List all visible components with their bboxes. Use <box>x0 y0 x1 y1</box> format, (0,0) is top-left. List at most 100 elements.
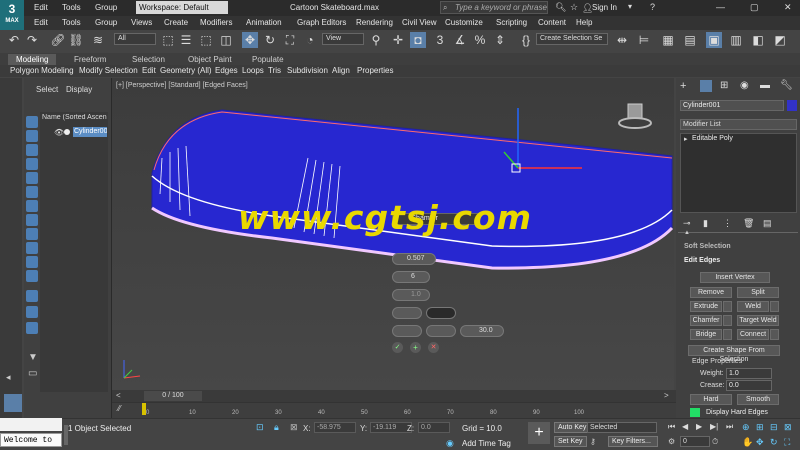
maximize-icon[interactable]: ▢ <box>750 2 759 13</box>
collapse-rollout-icon[interactable]: ▲ <box>684 230 690 236</box>
prev-frame-icon[interactable]: ◀ <box>682 422 688 431</box>
snap-toggle-icon[interactable]: 3 <box>432 32 448 48</box>
menu-group[interactable]: Group <box>95 3 117 12</box>
hard-button[interactable]: Hard <box>690 394 732 405</box>
ribbon-geometry-all[interactable]: Geometry (All) <box>160 66 212 75</box>
create-shape-button[interactable]: Create Shape From Selection <box>688 345 780 363</box>
chamfer-button[interactable]: Chamfer <box>690 315 722 326</box>
connect-settings-button[interactable] <box>770 329 779 340</box>
caddy-toggle-a[interactable] <box>392 307 422 319</box>
caddy-smooth-b[interactable] <box>426 325 456 337</box>
configure-modifier-sets-icon[interactable]: ▤ <box>763 218 772 229</box>
field-of-view-icon[interactable]: ✋ <box>742 437 753 448</box>
selection-lock-icon[interactable]: 🔒︎ <box>274 422 279 433</box>
weld-button[interactable]: Weld <box>737 301 769 312</box>
filter-lights-icon[interactable] <box>26 144 38 156</box>
material-editor-icon[interactable]: ◩ <box>772 32 788 48</box>
close-icon[interactable]: ✕ <box>784 2 792 13</box>
mirror-icon[interactable]: ⇹ <box>614 32 630 48</box>
caddy-ok-icon[interactable]: ✓ <box>392 342 403 353</box>
extrude-button[interactable]: Extrude <box>690 301 722 312</box>
scene-tab-select[interactable]: Select <box>36 85 58 94</box>
edit-named-selection-icon[interactable]: {} <box>518 32 534 48</box>
create-tab-icon[interactable]: + <box>680 80 686 92</box>
add-time-tag-icon[interactable]: ◉ <box>446 438 454 449</box>
ribbon-tris[interactable]: Tris <box>268 66 281 75</box>
spinner-snap-icon[interactable]: ⇕ <box>492 32 508 48</box>
menu-content[interactable]: Content <box>538 18 566 27</box>
weight-spinner[interactable]: 1.0 <box>726 368 772 379</box>
percent-snap-icon[interactable]: % <box>472 32 488 48</box>
menu-edit-2[interactable]: Edit <box>34 18 48 27</box>
folder-icon[interactable]: ▭ <box>28 368 37 379</box>
scene-column-header[interactable]: Name (Sorted Ascen <box>42 114 108 121</box>
named-selection-dropdown[interactable]: Create Selection Se <box>536 33 608 45</box>
y-coordinate-field[interactable]: -19.119 <box>370 422 412 433</box>
maxscript-output[interactable]: Welcome to M: <box>0 433 62 447</box>
workspace-selector-icon[interactable] <box>4 394 22 412</box>
extrude-settings-button[interactable] <box>723 301 732 312</box>
auto-key-mode-dropdown[interactable]: Selected <box>587 422 657 433</box>
filter-containers-icon[interactable] <box>26 242 38 254</box>
track-bar[interactable] <box>112 402 676 418</box>
z-coordinate-field[interactable]: 0.0 <box>418 422 450 433</box>
filter-funnel-icon[interactable]: ▼ <box>28 352 38 363</box>
time-slider-frame[interactable]: 0 / 100 <box>144 391 202 401</box>
time-next-icon[interactable]: > <box>664 391 669 400</box>
tab-populate[interactable]: Populate <box>244 54 292 65</box>
display-hard-edges-label[interactable]: Display Hard Edges <box>706 409 768 416</box>
angle-snap-icon[interactable]: ∡ <box>452 32 468 48</box>
menu-views[interactable]: Views <box>131 18 152 27</box>
zoom-extents-icon[interactable]: ⊟ <box>770 422 778 433</box>
remove-button[interactable]: Remove <box>690 287 732 298</box>
caddy-amount-field[interactable]: 0.507 <box>392 253 436 265</box>
zoom-extents-all-icon[interactable]: ⊠ <box>784 422 792 433</box>
ribbon-modify-selection[interactable]: Modify Selection <box>79 66 138 75</box>
expand-left-icon[interactable]: ◂ <box>6 372 11 383</box>
minimize-icon[interactable]: — <box>716 2 725 12</box>
menu-customize[interactable]: Customize <box>445 18 483 27</box>
caddy-cancel-icon[interactable]: ✕ <box>428 342 439 353</box>
object-color-swatch[interactable] <box>787 100 797 111</box>
key-mode-icon[interactable]: ⚙ <box>668 437 675 446</box>
selection-filter-dropdown[interactable]: All <box>114 33 156 45</box>
target-weld-button[interactable]: Target Weld <box>737 315 779 326</box>
show-end-result-icon[interactable]: ▮ <box>703 218 708 229</box>
absolute-mode-icon[interactable]: ⊠ <box>290 422 298 433</box>
align-icon[interactable]: ⊨ <box>636 32 652 48</box>
smooth-button[interactable]: Smooth <box>737 394 779 405</box>
track-bar-icon[interactable]: ⁄⁄ <box>118 404 121 413</box>
menu-rendering[interactable]: Rendering <box>356 18 393 27</box>
ribbon-loops[interactable]: Loops <box>242 66 264 75</box>
filter-xrefs-icon[interactable] <box>26 214 38 226</box>
bind-space-warp-icon[interactable]: ≋ <box>90 32 106 48</box>
split-button[interactable]: Split <box>737 287 779 298</box>
curve-editor-icon[interactable]: ▥ <box>728 32 744 48</box>
tab-modeling[interactable]: Modeling <box>8 54 57 65</box>
menu-edit[interactable]: Edit <box>34 3 48 12</box>
maximize-viewport-icon[interactable]: ⛶ <box>784 437 790 448</box>
caddy-tension-field[interactable]: 1.0 <box>392 289 430 301</box>
filter-shapes-icon[interactable] <box>26 130 38 142</box>
menu-help[interactable]: Help <box>576 18 592 27</box>
stack-item-editable-poly[interactable]: Editable Poly <box>692 135 733 142</box>
auto-key-button[interactable]: Auto Key <box>554 422 591 433</box>
pan-icon[interactable]: ✥ <box>756 437 764 448</box>
time-config-icon[interactable]: ⏱ <box>712 437 718 447</box>
window-crossing-icon[interactable]: ◫ <box>218 32 234 48</box>
filter-groups-icon[interactable] <box>26 200 38 212</box>
link-icon[interactable]: 🔗︎ <box>50 32 66 48</box>
app-logo-button[interactable]: 3 MAX <box>0 0 24 30</box>
scene-item-cylinder001[interactable]: Cylinder001 <box>73 127 107 137</box>
filter-helpers-icon[interactable] <box>26 172 38 184</box>
viewcube-ring[interactable] <box>618 117 652 129</box>
ribbon-toggle-icon[interactable]: ▣ <box>706 32 722 48</box>
place-icon[interactable]: ◔ <box>302 32 318 48</box>
filter-spacewarps-icon[interactable] <box>26 186 38 198</box>
crease-spinner[interactable]: 0.0 <box>726 380 772 391</box>
caddy-segments-field[interactable]: 6 <box>392 271 430 283</box>
orbit-icon[interactable]: ↻ <box>770 437 778 448</box>
caddy-smooth-a[interactable] <box>392 325 422 337</box>
time-prev-icon[interactable]: < <box>116 391 121 400</box>
rotate-icon[interactable]: ↻ <box>262 32 278 48</box>
